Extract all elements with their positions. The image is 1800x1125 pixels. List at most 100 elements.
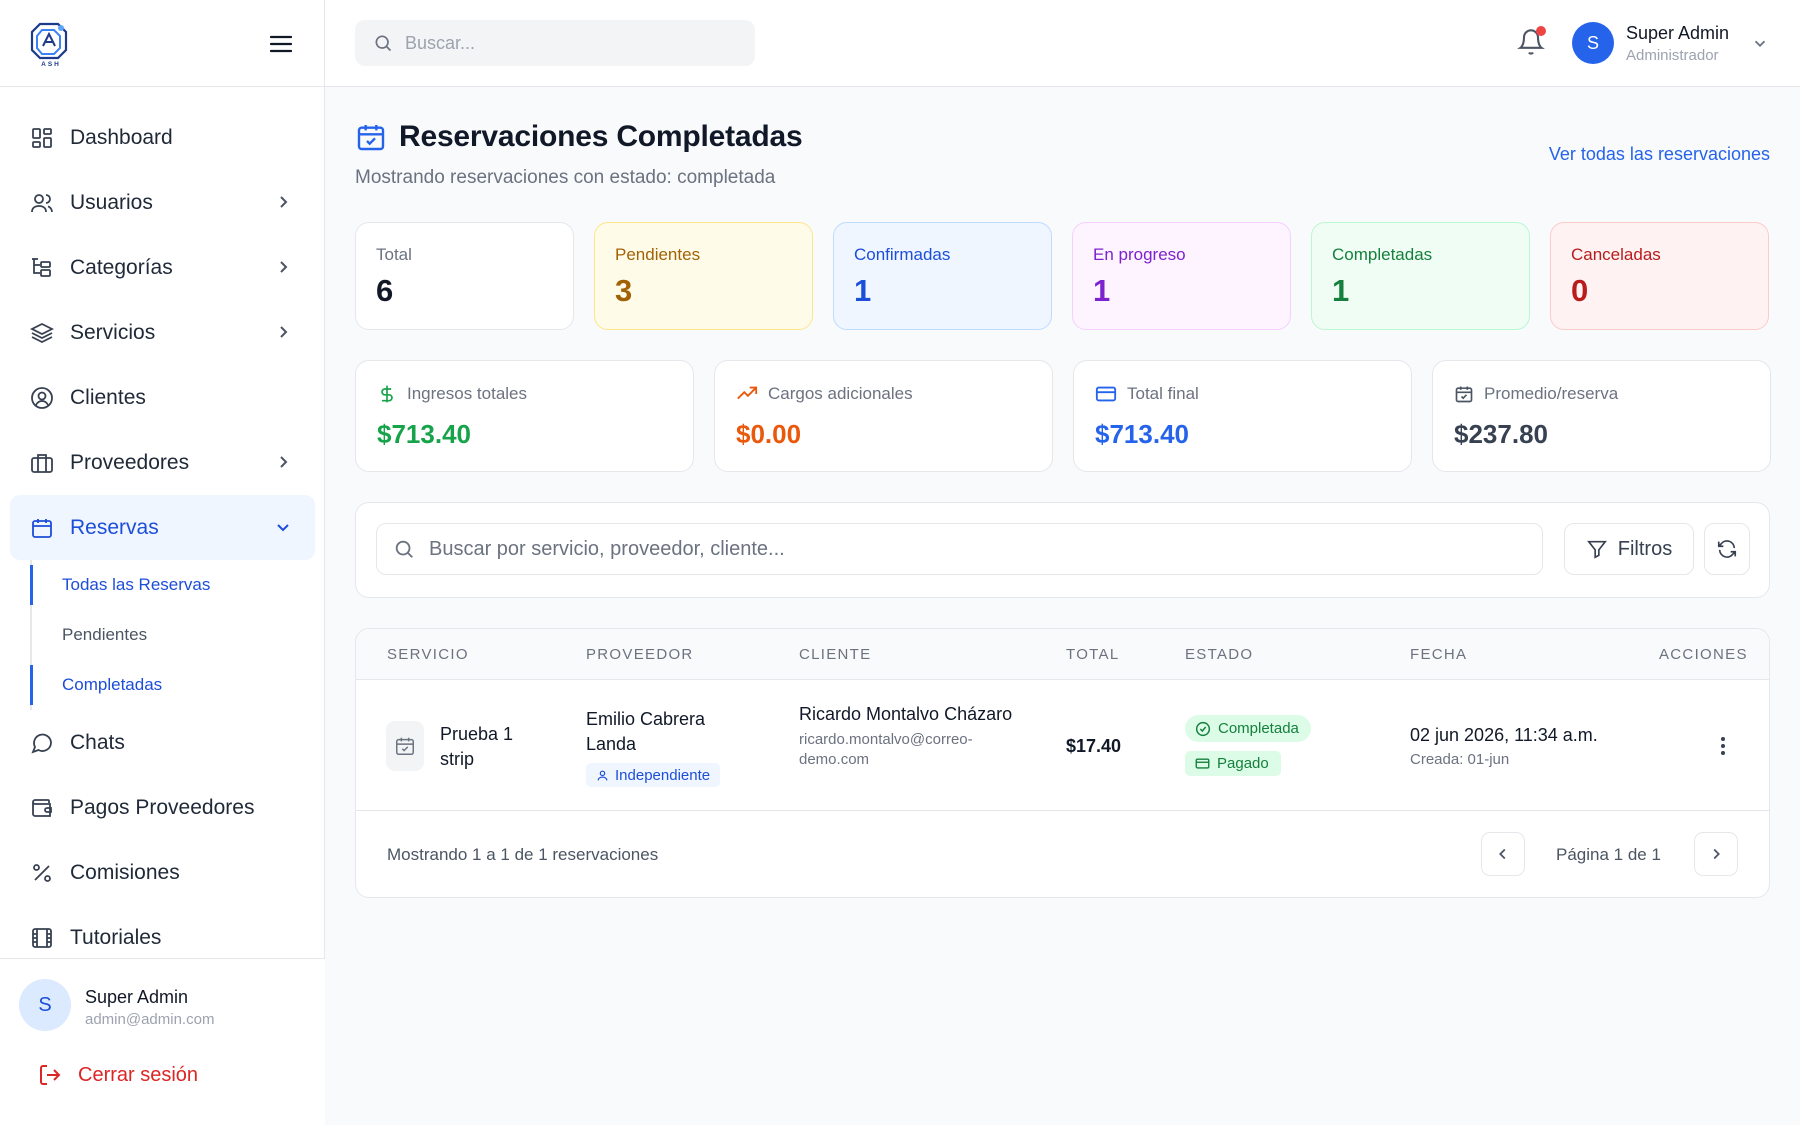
provider-name: Emilio Cabrera Landa — [586, 709, 706, 754]
reservations-search[interactable] — [376, 523, 1543, 575]
wallet-icon — [28, 794, 56, 822]
stat-value: 6 — [376, 273, 394, 308]
view-all-reservations-link[interactable]: Ver todas las reservaciones — [1549, 144, 1770, 165]
provider-type-badge: Independiente — [586, 763, 721, 787]
money-label: Promedio/reserva — [1484, 384, 1619, 403]
column-header: ESTADO — [1185, 646, 1254, 663]
previous-page-button[interactable] — [1481, 832, 1525, 876]
status-label: Completada — [1218, 720, 1299, 737]
main-content: Reservaciones Completadas Mostrando rese… — [325, 87, 1800, 1125]
page-title: Reservaciones Completadas — [399, 120, 803, 153]
sidebar-item-label: Dashboard — [70, 125, 173, 149]
sidebar-item-label: Tutoriales — [70, 925, 162, 949]
submenu-item-pendientes[interactable]: Pendientes — [30, 610, 320, 660]
chevron-right-icon — [273, 257, 293, 277]
search-icon — [395, 540, 413, 558]
sidebar-header: ASH — [0, 0, 324, 87]
sidebar-item-label: Chats — [70, 730, 125, 754]
sidebar-item-pagos-proveedores[interactable]: Pagos Proveedores — [10, 775, 315, 840]
created-date: Creada: 01-jun — [1410, 751, 1510, 768]
money-card-ingresos: Ingresos totales $713.40 — [355, 360, 694, 472]
filters-label: Filtros — [1617, 537, 1673, 560]
column-header: PROVEEDOR — [586, 646, 694, 663]
svg-text:ASH: ASH — [41, 61, 61, 68]
client-email: ricardo.montalvo@correo-demo.com — [799, 731, 973, 768]
money-card-promedio: Promedio/reserva $237.80 — [1432, 360, 1771, 472]
credit-card-icon — [1095, 386, 1117, 402]
sidebar-item-chats[interactable]: Chats — [10, 710, 315, 775]
layers-icon — [28, 319, 56, 347]
row-actions-button[interactable] — [1708, 731, 1738, 761]
stat-card-total: Total 6 — [355, 222, 574, 330]
sidebar-item-proveedores[interactable]: Proveedores — [10, 430, 315, 495]
logout-button[interactable]: Cerrar sesión — [38, 1063, 198, 1087]
menu-toggle-button[interactable] — [266, 30, 296, 58]
briefcase-icon — [28, 449, 56, 477]
chevron-left-icon — [1499, 848, 1506, 860]
table-row[interactable]: Prueba 1 strip Emilio Cabrera Landa Inde… — [356, 681, 1769, 811]
money-card-cargos: Cargos adicionales $0.00 — [714, 360, 1053, 472]
global-search[interactable] — [355, 20, 755, 66]
stat-label: Confirmadas — [854, 245, 951, 264]
calendar-check-icon — [396, 737, 414, 755]
topbar: S Super Admin Administrador — [325, 0, 1800, 87]
reservas-submenu: Todas las Reservas Pendientes Completada… — [30, 560, 320, 710]
sidebar-nav: Dashboard Usuarios Categorías Servicios … — [0, 105, 325, 970]
users-icon — [28, 189, 56, 217]
sidebar-item-categorias[interactable]: Categorías — [10, 235, 315, 300]
money-label-row: Cargos adicionales — [736, 383, 1052, 405]
search-icon — [375, 35, 392, 52]
client-cell: Ricardo Montalvo Cházaro ricardo.montalv… — [799, 702, 1019, 770]
trending-up-icon — [737, 386, 758, 400]
avatar: S — [1572, 22, 1614, 64]
column-header: SERVICIO — [387, 646, 469, 663]
calendar-check-icon — [1455, 386, 1473, 403]
service-thumbnail — [386, 721, 424, 771]
next-page-button[interactable] — [1694, 832, 1738, 876]
sidebar-item-dashboard[interactable]: Dashboard — [10, 105, 315, 170]
user-circle-icon — [28, 384, 56, 412]
stat-label: Total — [376, 245, 412, 264]
user-menu[interactable]: S Super Admin Administrador — [1572, 20, 1769, 66]
logout-icon — [40, 1065, 61, 1085]
column-header: ACCIONES — [1659, 646, 1748, 663]
chevron-right-icon — [273, 192, 293, 212]
sidebar-item-label: Pagos Proveedores — [70, 795, 255, 819]
footer-user-email: admin@admin.com — [85, 1011, 215, 1028]
chevron-down-icon — [1751, 34, 1769, 52]
money-value: $713.40 — [1095, 419, 1189, 449]
notifications-button[interactable] — [1517, 26, 1547, 58]
credit-card-icon — [1195, 758, 1210, 769]
submenu-item-completadas[interactable]: Completadas — [30, 660, 320, 710]
category-tree-icon — [28, 254, 56, 282]
money-label-row: Total final — [1095, 383, 1411, 405]
stat-card-en-progreso: En progreso 1 — [1072, 222, 1291, 330]
pagination-summary: Mostrando 1 a 1 de 1 reservaciones — [387, 845, 659, 864]
sidebar-item-label: Clientes — [70, 385, 146, 409]
sidebar-item-servicios[interactable]: Servicios — [10, 300, 315, 365]
column-header: TOTAL — [1066, 646, 1120, 663]
logout-label: Cerrar sesión — [78, 1063, 199, 1086]
sidebar-item-usuarios[interactable]: Usuarios — [10, 170, 315, 235]
stat-value: 1 — [1332, 273, 1350, 308]
chevron-right-icon — [273, 452, 293, 472]
logo[interactable]: ASH — [28, 20, 74, 70]
user-info: Super Admin Administrador — [1626, 23, 1729, 64]
percent-icon — [28, 859, 56, 887]
chevron-right-icon — [1713, 848, 1720, 860]
sidebar-item-reservas[interactable]: Reservas — [10, 495, 315, 560]
filters-button[interactable]: Filtros — [1564, 523, 1694, 575]
sidebar-item-clientes[interactable]: Clientes — [10, 365, 315, 430]
stat-label: En progreso — [1093, 245, 1186, 264]
reservations-search-input[interactable] — [429, 537, 1529, 561]
stat-card-canceladas: Canceladas 0 — [1550, 222, 1769, 330]
chat-bubble-icon — [28, 729, 56, 757]
stat-value: 1 — [854, 273, 872, 308]
user-role: Administrador — [1626, 46, 1719, 64]
submenu-item-todas[interactable]: Todas las Reservas — [30, 560, 320, 610]
refresh-button[interactable] — [1704, 523, 1750, 575]
reservations-table: SERVICIO PROVEEDOR CLIENTE TOTAL ESTADO … — [355, 628, 1770, 898]
global-search-input[interactable] — [405, 32, 725, 54]
avatar: S — [19, 979, 71, 1031]
sidebar-item-comisiones[interactable]: Comisiones — [10, 840, 315, 905]
